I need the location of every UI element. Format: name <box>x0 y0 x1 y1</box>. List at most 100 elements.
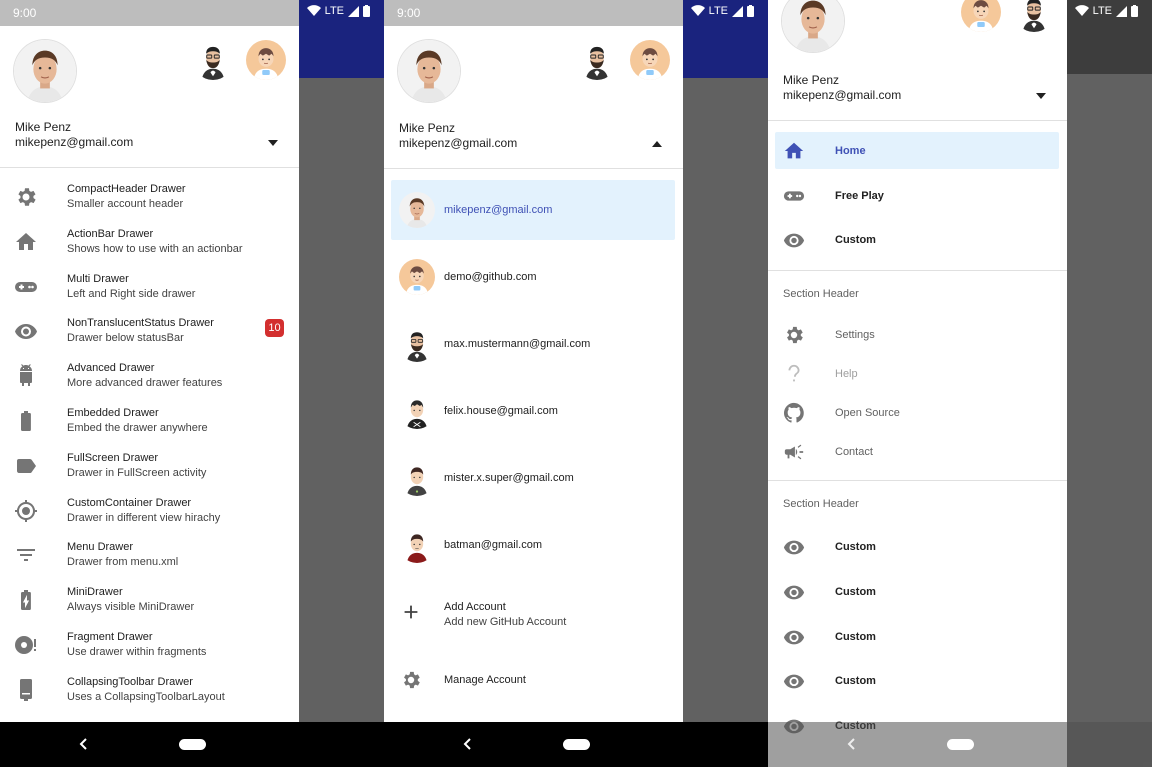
drawer-status-bar: 9:00 <box>0 0 299 26</box>
profile-avatar-max[interactable] <box>193 40 233 80</box>
navigation-drawer: 9:00 Mike Penz mikepenz@gmail.com Compac… <box>0 0 299 722</box>
drawer-item-icon-wrap <box>782 185 806 207</box>
network-type: LTE <box>324 5 344 17</box>
drawer-item-subtitle: Drawer below statusBar <box>67 332 184 345</box>
account-item[interactable]: batman@gmail.com <box>384 515 683 575</box>
manage-account-item[interactable]: Manage Account <box>384 650 683 710</box>
drawer-item-icon-wrap <box>782 402 806 424</box>
gear-icon <box>782 324 806 346</box>
account-switcher-toggle[interactable] <box>1036 93 1046 99</box>
gamepad-icon <box>14 275 38 299</box>
drawer-item[interactable]: ActionBar Drawer Shows how to use with an… <box>0 221 299 265</box>
current-profile-avatar[interactable] <box>782 0 844 52</box>
drawer-item-icon-wrap <box>14 543 38 567</box>
profile-avatar-demo[interactable] <box>630 40 670 80</box>
drawer-item[interactable]: CollapsingToolbar Drawer Uses a Collapsin… <box>0 669 299 713</box>
drawer-item-title: Advanced Drawer <box>67 362 155 375</box>
header-divider <box>0 167 299 168</box>
drawer-item[interactable]: CompactHeader Drawer Smaller account head… <box>0 176 299 220</box>
current-profile-avatar[interactable] <box>398 40 460 102</box>
screen-drawer-samples: LTE 9:00 Mike Penz mikepenz@gmail.com Co… <box>0 0 384 767</box>
mike-avatar-image <box>399 192 435 228</box>
eye-icon <box>782 536 806 558</box>
drawer-item[interactable]: Custom <box>768 618 1067 658</box>
drawer-item[interactable]: Home <box>768 132 1067 172</box>
drawer-item-subtitle: Embed the drawer anywhere <box>67 422 208 434</box>
account-item[interactable]: demo@github.com <box>384 247 683 307</box>
drawer-item[interactable]: NonTranslucentStatus Drawer Drawer below … <box>0 310 299 354</box>
drawer-item[interactable]: MiniDrawer Always visible MiniDrawer <box>0 579 299 623</box>
drawer-item-label: Open Source <box>835 407 900 419</box>
demo-avatar <box>399 259 435 295</box>
drawer-item-icon-wrap <box>782 670 806 692</box>
disc-alert-icon <box>14 633 38 657</box>
drawer-item-title: Fragment Drawer <box>67 631 153 643</box>
account-item[interactable]: felix.house@gmail.com <box>384 381 683 441</box>
drawer-item[interactable]: Custom <box>768 573 1067 613</box>
drawer-item-icon-wrap <box>782 363 806 385</box>
drawer-item[interactable]: Embedded Drawer Embed the drawer anywhere <box>0 400 299 444</box>
add-account-item[interactable]: Add Account Add new GitHub Account <box>384 583 683 643</box>
drawer-item-icon-wrap <box>14 185 38 209</box>
drawer-item[interactable]: Free Play <box>768 177 1067 217</box>
status-icons: LTE <box>1074 5 1138 17</box>
account-switcher-toggle[interactable] <box>652 141 662 147</box>
account-email: mikepenz@gmail.com <box>399 136 518 150</box>
status-time: 9:00 <box>13 6 37 20</box>
misterx-avatar-image <box>399 460 435 496</box>
account-item[interactable]: mikepenz@gmail.com <box>384 180 683 240</box>
drawer-item[interactable]: Fragment Drawer Use drawer within fragmen… <box>0 624 299 668</box>
eye-icon <box>782 626 806 648</box>
section-header: Section Header <box>783 498 859 510</box>
account-email: mikepenz@gmail.com <box>15 135 134 149</box>
drawer-item[interactable]: Custom <box>768 528 1067 568</box>
drawer-item[interactable]: Multi Drawer Left and Right side drawer <box>0 266 299 310</box>
drawer-item-icon-wrap <box>14 454 38 478</box>
device-icon <box>14 678 38 702</box>
home-pill-button[interactable] <box>179 739 206 750</box>
drawer-item[interactable]: Contact <box>768 433 1067 473</box>
drawer-item-icon-wrap <box>14 230 38 254</box>
drawer-item[interactable]: Custom <box>768 221 1067 261</box>
back-icon[interactable] <box>462 737 474 751</box>
misterx-avatar <box>399 460 435 496</box>
add-account-title: Add Account <box>444 601 506 613</box>
account-email: mikepenz@gmail.com <box>783 88 902 102</box>
eye-icon <box>782 229 806 251</box>
drawer-item-title: FullScreen Drawer <box>67 451 159 464</box>
current-profile-avatar[interactable] <box>14 40 76 102</box>
label-icon <box>14 454 38 478</box>
max-avatar-image <box>399 326 435 362</box>
drawer-item[interactable]: FullScreen Drawer Drawer in FullScreen ac… <box>0 445 299 489</box>
drawer-item-label: Custom <box>835 541 876 553</box>
drawer-item[interactable]: Menu Drawer Drawer from menu.xml <box>0 534 299 578</box>
drawer-item-subtitle: Use drawer within fragments <box>67 646 207 658</box>
drawer-item[interactable]: Settings <box>768 316 1067 356</box>
home-pill-button[interactable] <box>947 739 974 750</box>
profile-avatar-max[interactable] <box>1014 0 1054 32</box>
back-icon[interactable] <box>78 737 90 751</box>
account-email: max.mustermann@gmail.com <box>444 338 591 350</box>
account-email: demo@github.com <box>444 271 537 283</box>
drawer-item-subtitle: More advanced drawer features <box>67 377 223 390</box>
drawer-item[interactable]: Open Source <box>768 394 1067 434</box>
profile-avatar-demo[interactable] <box>961 0 1001 32</box>
drawer-item[interactable]: CustomContainer Drawer Drawer in differen… <box>0 490 299 534</box>
home-pill-button[interactable] <box>563 739 590 750</box>
drawer-item-title: Menu Drawer <box>67 541 134 554</box>
profile-avatar-max[interactable] <box>577 40 617 80</box>
account-name: Mike Penz <box>399 121 456 135</box>
drawer-item[interactable]: Advanced Drawer More advanced drawer feat… <box>0 355 299 399</box>
section-divider <box>768 480 1067 481</box>
drawer-item-icon-wrap <box>782 441 806 463</box>
account-item[interactable]: mister.x.super@gmail.com <box>384 448 683 508</box>
back-icon[interactable] <box>846 737 858 751</box>
account-switcher-toggle[interactable] <box>268 140 278 146</box>
android-icon <box>14 364 38 388</box>
drawer-item-icon-wrap <box>782 229 806 251</box>
drawer-item[interactable]: Custom <box>768 662 1067 702</box>
selected-highlight <box>775 132 1059 169</box>
profile-avatar-demo[interactable] <box>246 40 286 80</box>
drawer-item-label: Custom <box>835 585 876 598</box>
account-item[interactable]: max.mustermann@gmail.com <box>384 314 683 374</box>
